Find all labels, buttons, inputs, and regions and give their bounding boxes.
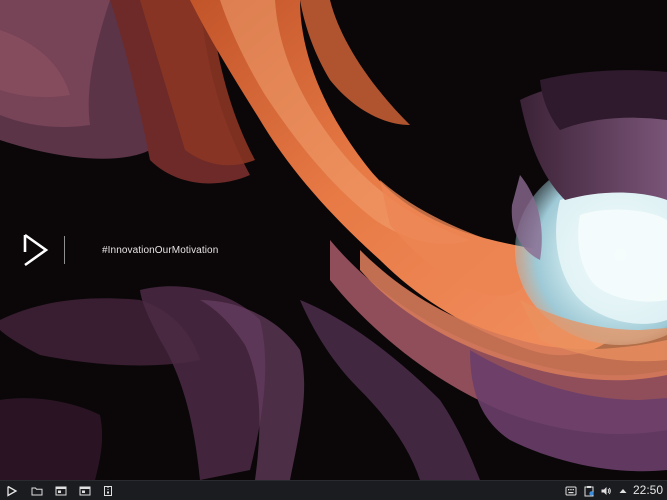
brand-overlay: #InnovationOurMotivation — [22, 232, 218, 268]
play-triangle-icon — [7, 485, 18, 497]
tray-keyboard[interactable] — [563, 481, 579, 500]
clock[interactable]: 22:50 — [633, 481, 663, 500]
clipboard-icon — [584, 485, 594, 496]
play-triangle-logo-icon — [23, 233, 49, 267]
taskbar-app-window-1[interactable] — [53, 481, 69, 500]
tray-expand[interactable] — [616, 481, 630, 500]
desktop: #InnovationOurMotivation — [0, 0, 667, 480]
window-icon — [55, 486, 67, 495]
volume-icon — [601, 486, 611, 495]
keyboard-icon — [565, 486, 577, 495]
launcher-button[interactable] — [4, 481, 20, 500]
tray-clipboard[interactable] — [581, 481, 597, 500]
taskbar-app-archive[interactable] — [100, 481, 116, 500]
archive-icon — [104, 485, 112, 496]
window-icon — [79, 486, 91, 495]
taskbar-app-window-2[interactable] — [77, 481, 93, 500]
brand-divider — [64, 236, 65, 264]
chevron-up-icon — [619, 488, 627, 493]
tray-volume[interactable] — [598, 481, 614, 500]
folder-icon — [31, 487, 43, 495]
taskbar-app-files[interactable] — [29, 481, 45, 500]
taskbar: 22:50 — [0, 480, 667, 500]
brand-tagline: #InnovationOurMotivation — [102, 244, 219, 256]
